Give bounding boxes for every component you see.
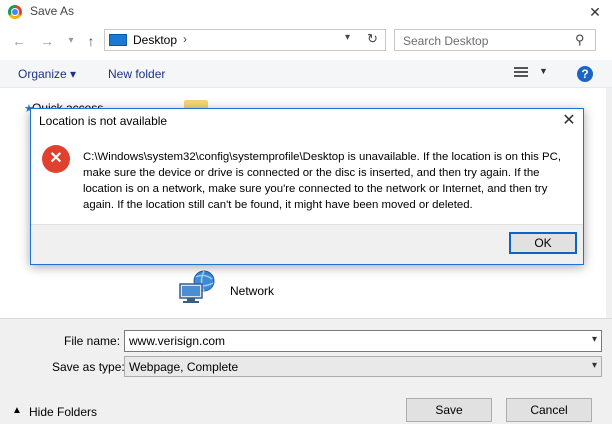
file-name-label: File name: <box>64 334 121 348</box>
new-folder-button[interactable]: New folder <box>108 67 165 81</box>
help-icon[interactable]: ? <box>577 66 593 82</box>
close-window-button[interactable]: ✕ <box>578 0 612 24</box>
search-box[interactable]: Search Desktop ⚲ <box>394 29 596 51</box>
chevron-down-icon[interactable]: ▾ <box>592 360 597 371</box>
cancel-button[interactable]: Cancel <box>506 398 592 422</box>
save-as-type-value[interactable]: Webpage, Complete <box>129 360 238 374</box>
hide-folders-button[interactable]: Hide Folders <box>29 405 97 419</box>
search-icon[interactable]: ⚲ <box>575 32 585 48</box>
desktop-folder-icon <box>109 34 127 46</box>
view-dropdown-icon[interactable]: ▼ <box>539 66 548 76</box>
chevron-down-icon[interactable]: ▾ <box>592 334 597 345</box>
address-location[interactable]: Desktop <box>133 33 177 47</box>
save-as-type-select[interactable]: Webpage, Complete ▾ <box>124 356 602 377</box>
organize-button[interactable]: Organize ▾ <box>18 67 76 81</box>
title-bar: Save As ✕ <box>0 0 612 24</box>
save-button[interactable]: Save <box>406 398 492 422</box>
arrow-right-icon: → <box>40 33 54 49</box>
dialog-message: C:\Windows\system32\config\systemprofile… <box>83 151 561 211</box>
view-options-icon[interactable] <box>514 65 528 79</box>
breadcrumb-chevron-icon[interactable]: › <box>183 32 187 46</box>
error-icon: ✕ <box>42 145 70 173</box>
forward-button[interactable]: → <box>38 31 56 51</box>
save-as-type-label: Save as type: <box>52 360 125 374</box>
recent-locations-button[interactable]: ▾ <box>62 31 80 51</box>
arrow-left-icon: ← <box>12 33 26 49</box>
search-input[interactable]: Search Desktop <box>403 34 488 48</box>
dialog-close-button[interactable]: ✕ <box>559 110 579 130</box>
dialog-title: Location is not available <box>39 114 168 128</box>
error-dialog: Location is not available ✕ ✕ C:\Windows… <box>30 108 584 265</box>
chrome-icon <box>8 5 22 19</box>
file-name-value[interactable]: www.verisign.com <box>129 334 225 348</box>
window-title: Save As <box>30 4 75 18</box>
toolbar: Organize ▾ New folder ▼ <box>0 60 612 88</box>
network-label[interactable]: Network <box>230 284 274 298</box>
arrow-up-icon: ↑ <box>87 33 95 49</box>
back-button[interactable]: ← <box>10 31 28 51</box>
address-bar[interactable]: Desktop › ▾ ↻ <box>104 29 386 51</box>
file-name-field[interactable]: www.verisign.com ▾ <box>124 330 602 352</box>
ok-button[interactable]: OK <box>509 232 577 254</box>
address-dropdown-icon[interactable]: ▾ <box>345 32 350 43</box>
refresh-icon[interactable]: ↻ <box>367 31 378 47</box>
network-icon[interactable] <box>178 270 218 304</box>
up-button[interactable]: ↑ <box>82 31 100 51</box>
chevron-up-icon[interactable]: ▲ <box>12 405 22 416</box>
dialog-footer <box>31 224 583 264</box>
chevron-down-icon: ▾ <box>68 35 74 46</box>
scrollbar[interactable] <box>606 88 612 318</box>
